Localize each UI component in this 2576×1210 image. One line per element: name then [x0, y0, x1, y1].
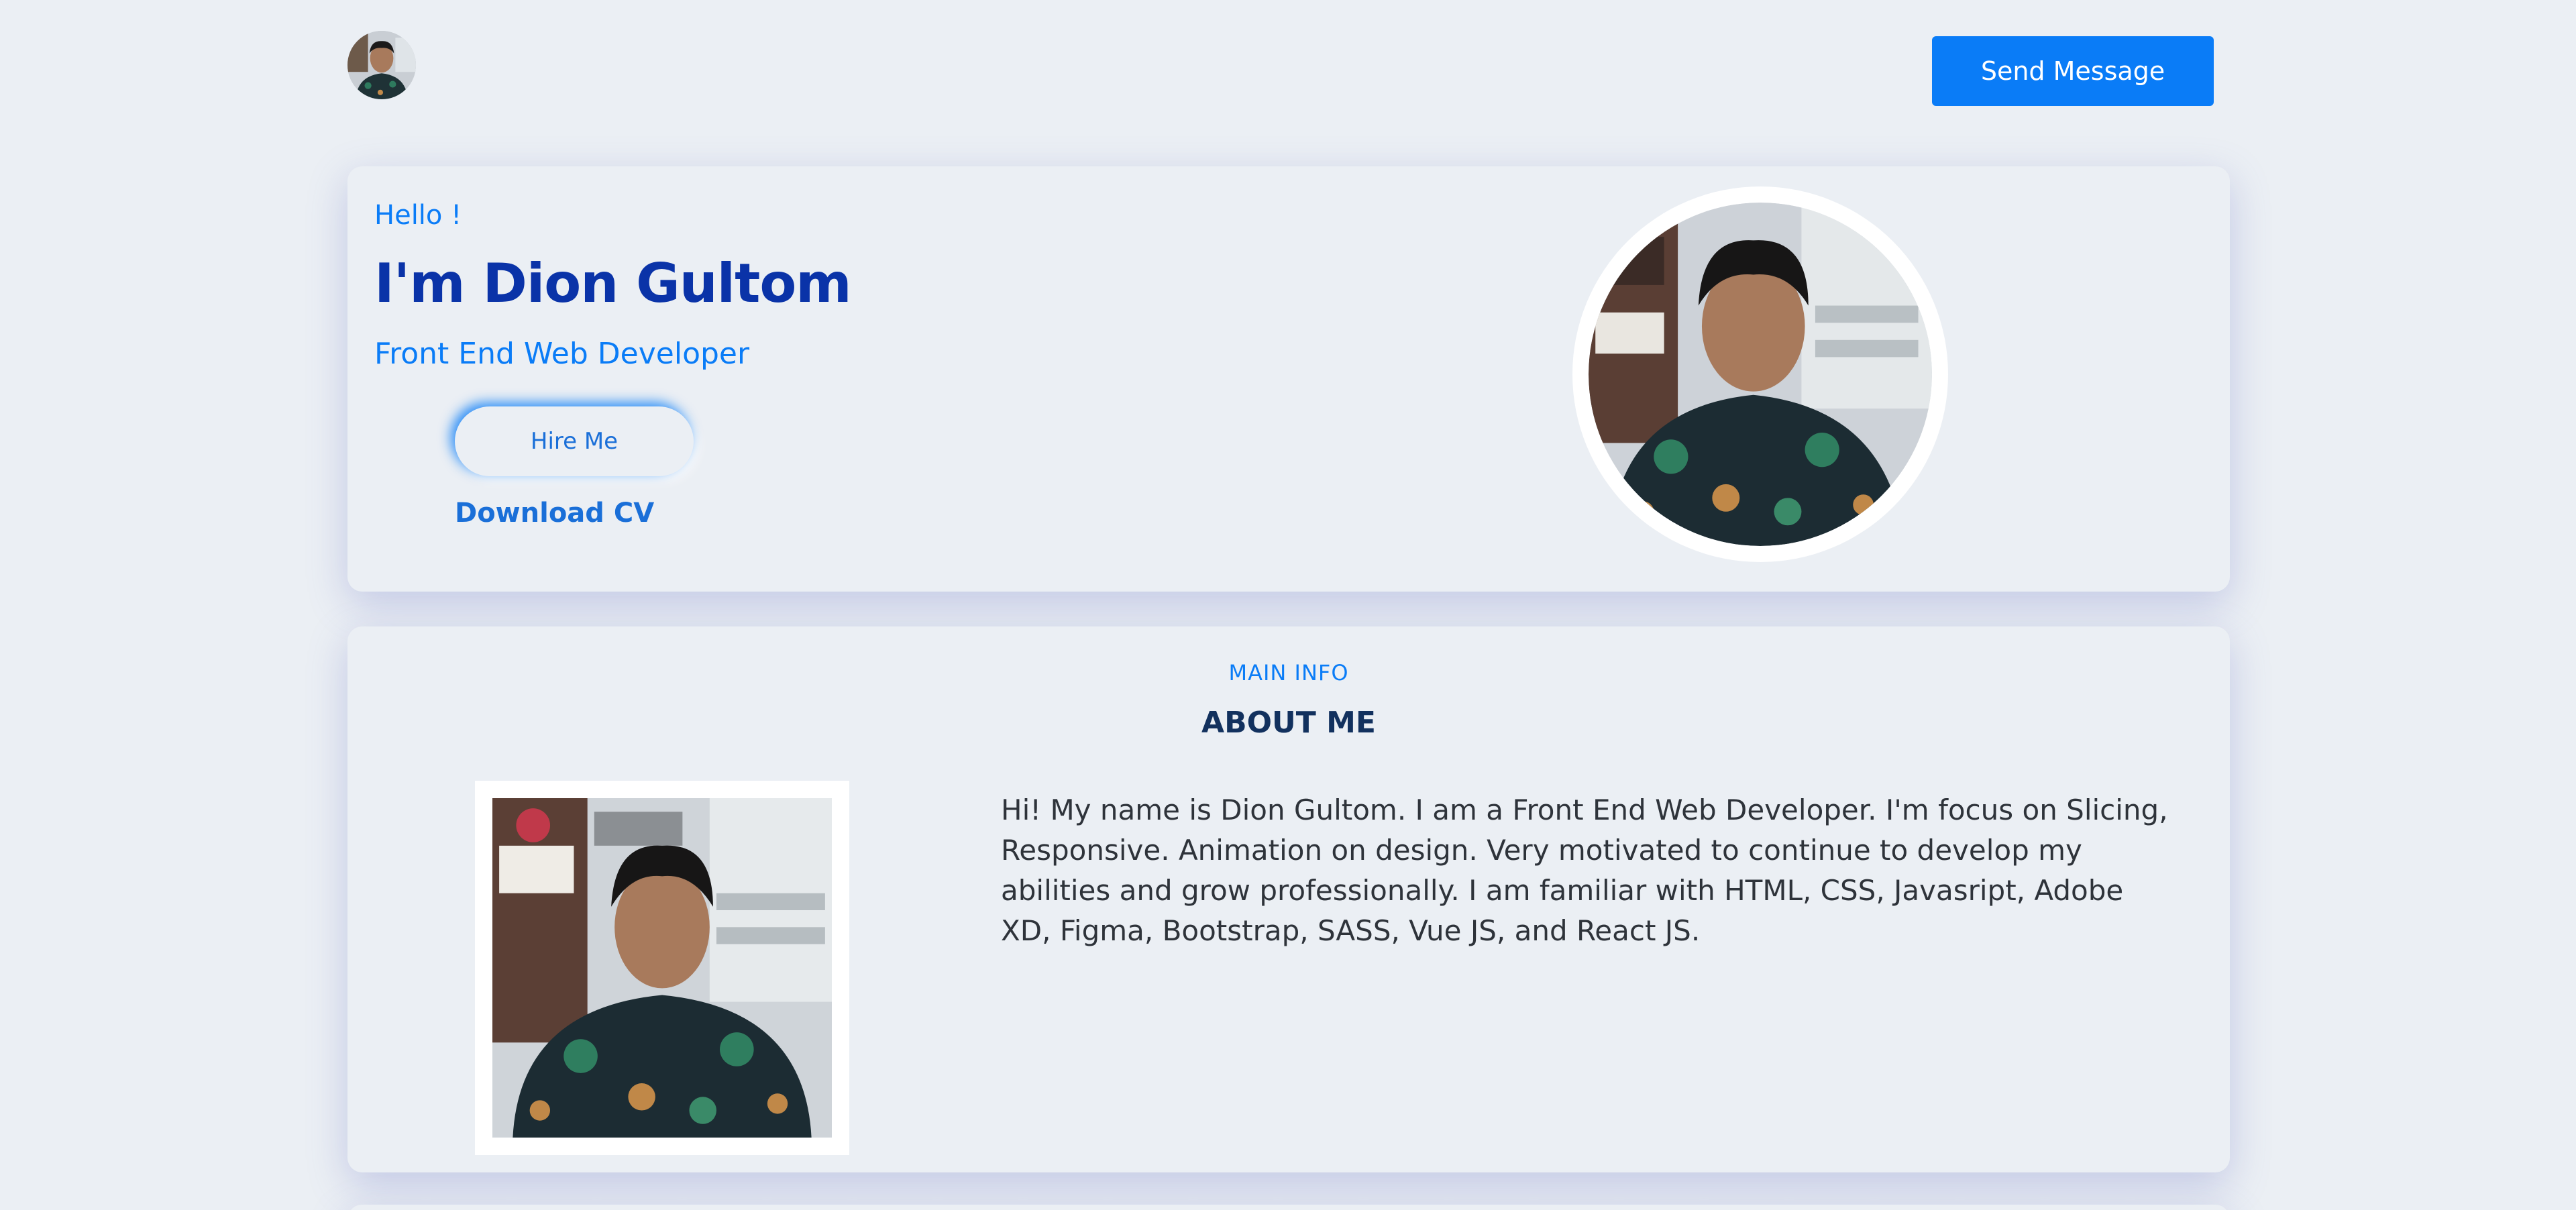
download-cv-link[interactable]: Download CV [455, 498, 654, 529]
about-card: MAIN INFO ABOUT ME Hi! My name is Dion G… [347, 626, 2230, 1172]
about-title: ABOUT ME [1201, 706, 1376, 740]
send-message-button[interactable]: Send Message [1932, 36, 2214, 106]
hero-portrait-image [1589, 203, 1932, 546]
about-portrait-image [492, 798, 832, 1138]
page: Send Message Hello ! I'm Dion Gultom Fro… [0, 0, 2576, 1210]
about-kicker: MAIN INFO [1228, 660, 1349, 685]
hero-role: Front End Web Developer [374, 337, 750, 371]
hero-name: I'm Dion Gultom [374, 252, 852, 315]
hero-greeting: Hello ! [374, 200, 462, 231]
about-photo [475, 781, 849, 1155]
hero-photo [1572, 186, 1948, 562]
header-avatar[interactable] [347, 31, 416, 99]
about-description: Hi! My name is Dion Gultom. I am a Front… [1001, 793, 2168, 947]
avatar-image [347, 31, 416, 99]
hire-me-button[interactable]: Hire Me [455, 406, 694, 476]
hero-card: Hello ! I'm Dion Gultom Front End Web De… [347, 166, 2230, 592]
next-section-card [347, 1205, 2230, 1210]
